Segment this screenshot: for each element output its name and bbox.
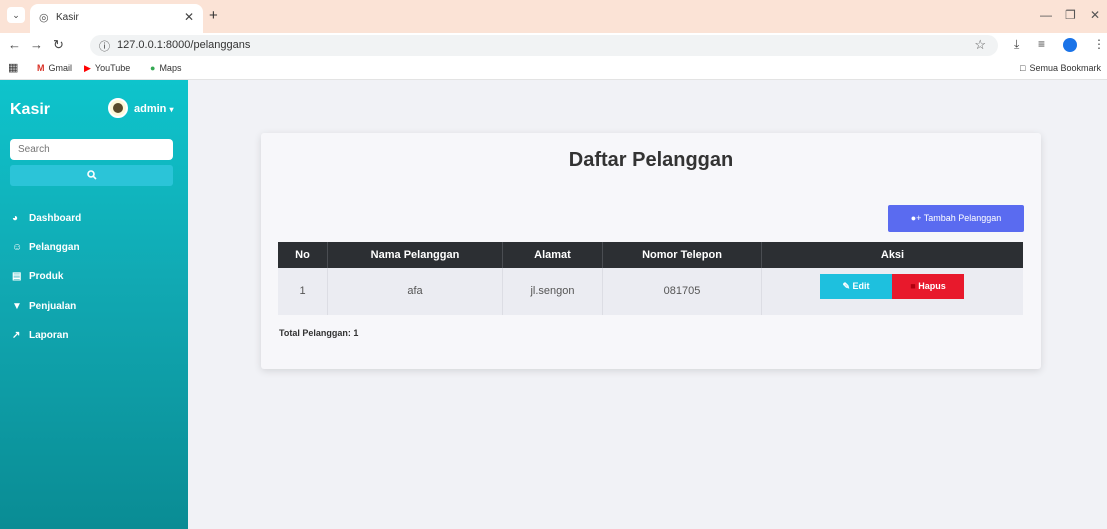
reload-icon[interactable]: ↻ <box>53 37 64 53</box>
page-title: Daftar Pelanggan <box>568 149 734 171</box>
globe-icon: ◎ <box>39 12 49 24</box>
sidebar: Kasir admin ▾ ◕Dashboard ☺Pelanggan ▤Pro… <box>0 80 188 529</box>
search-input[interactable] <box>10 139 173 160</box>
sidebar-item-produk[interactable]: ▤ Produk <box>12 271 63 282</box>
folder-icon: □ <box>1020 63 1026 73</box>
column-header: No <box>278 242 328 268</box>
all-bookmarks[interactable]: □ Semua Bookmark <box>1020 63 1101 73</box>
user-plus-icon: ●+ <box>910 213 924 223</box>
search-button[interactable] <box>10 165 173 186</box>
brand-title[interactable]: Kasir <box>10 101 50 119</box>
window-close-icon[interactable]: ✕ <box>1090 8 1100 22</box>
restore-icon[interactable]: ❐ <box>1065 8 1076 22</box>
caret-down-icon: ▾ <box>169 105 174 114</box>
extensions-icon[interactable]: ≡ <box>1038 37 1045 51</box>
sidebar-item-pelanggan[interactable]: ☺ Pelanggan <box>12 242 80 253</box>
minimize-icon[interactable]: — <box>1040 8 1052 22</box>
bookmark-gmail[interactable]: M Gmail <box>37 63 72 73</box>
column-header: Nama Pelanggan <box>328 242 503 268</box>
avatar-face-icon <box>113 103 123 113</box>
url-text: 127.0.0.1:8000/pelanggans <box>117 39 251 51</box>
table-row: 1 afa jl.sengon 081705 ✎ Edit ■ Hapus <box>278 268 1023 315</box>
cell-nama: afa <box>328 268 503 315</box>
delete-button[interactable]: ■ Hapus <box>892 274 964 299</box>
maps-pin-icon: ● <box>150 63 156 73</box>
add-customer-button[interactable]: ●+ Tambah Pelanggan <box>888 205 1024 232</box>
site-info-icon[interactable]: ⓘ <box>99 38 110 54</box>
chart-icon: ↗ <box>12 330 21 341</box>
browser-tab-bar: ⌄ ◎ Kasir ✕ + — ❐ ✕ <box>0 0 1107 33</box>
download-icon[interactable]: ⤓ <box>1014 37 1019 52</box>
bookmarks-bar: ▦ M Gmail ▶ YouTube ● Maps □ Semua Bookmark <box>0 58 1107 80</box>
url-field[interactable]: ⓘ 127.0.0.1:8000/pelanggans ☆ <box>90 35 998 56</box>
address-bar: ← → ↻ ⓘ 127.0.0.1:8000/pelanggans ☆ ⤓ ≡ … <box>0 33 1107 58</box>
total-customers: Total Pelanggan: 1 <box>279 328 359 338</box>
sidebar-item-penjualan[interactable]: ▼ Penjualan <box>12 301 76 312</box>
bookmark-maps[interactable]: ● Maps <box>150 63 181 73</box>
user-dropdown[interactable]: admin ▾ <box>134 103 173 115</box>
users-icon: ☺ <box>12 242 23 253</box>
edit-button[interactable]: ✎ Edit <box>820 274 892 299</box>
cell-alamat: jl.sengon <box>503 268 603 315</box>
new-tab-icon[interactable]: + <box>209 7 218 24</box>
youtube-icon: ▶ <box>84 63 91 73</box>
column-header: Alamat <box>503 242 603 268</box>
dashboard-icon: ◕ <box>12 213 19 224</box>
table-header: No Nama Pelanggan Alamat Nomor Telepon A… <box>278 242 1023 268</box>
column-header: Aksi <box>880 249 905 261</box>
gmail-icon: M <box>37 63 45 73</box>
sidebar-item-dashboard[interactable]: ◕ Dashboard <box>12 213 81 224</box>
sidebar-item-laporan[interactable]: ↗ Laporan <box>12 330 68 341</box>
cell-no: 1 <box>278 268 328 315</box>
bookmark-youtube[interactable]: ▶ YouTube <box>84 63 130 74</box>
back-icon[interactable]: ← <box>8 37 21 52</box>
edit-icon: ✎ <box>842 281 853 291</box>
forward-icon[interactable]: → <box>30 37 43 52</box>
profile-avatar[interactable] <box>1063 38 1077 52</box>
customer-card: Daftar Pelanggan ●+ Tambah Pelanggan No … <box>261 133 1041 369</box>
user-avatar[interactable] <box>108 98 128 118</box>
trash-icon: ■ <box>910 281 919 291</box>
more-menu-icon[interactable]: ⋮ <box>1093 37 1105 51</box>
bookmark-star-icon[interactable]: ☆ <box>974 37 986 53</box>
column-header: Nomor Telepon <box>603 242 762 268</box>
search-icon <box>86 170 97 180</box>
cell-telepon: 081705 <box>603 268 762 315</box>
tab-title: Kasir <box>56 12 79 23</box>
cart-icon: ▼ <box>12 301 22 312</box>
box-icon: ▤ <box>12 271 22 282</box>
tab-search-chevron-icon[interactable]: ⌄ <box>7 7 25 23</box>
close-tab-icon[interactable]: ✕ <box>184 10 194 24</box>
apps-grid-icon[interactable]: ▦ <box>8 61 18 74</box>
browser-tab[interactable]: ◎ Kasir ✕ <box>30 4 203 33</box>
